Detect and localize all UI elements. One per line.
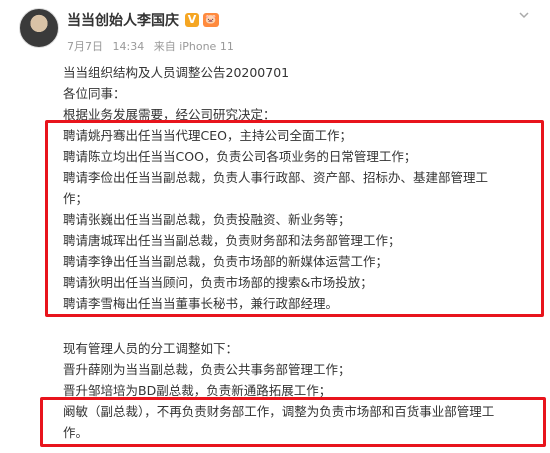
post-author[interactable]: 当当创始人李国庆 V 🐷	[67, 10, 219, 30]
verified-icon: V	[185, 13, 199, 27]
avatar[interactable]	[19, 8, 59, 48]
greeting: 各位同事：	[63, 86, 126, 101]
announcement-title: 当当组织结构及人员调整公告20200701	[63, 65, 290, 80]
post-date[interactable]: 7月7日	[67, 40, 103, 53]
author-name[interactable]: 当当创始人李国庆	[67, 10, 179, 30]
adjustment-item: 晋升薛刚为当当副总裁，负责公共事务部管理工作；	[63, 362, 351, 377]
post-time[interactable]: 14:34	[113, 40, 145, 53]
highlight-box-adjustment	[40, 397, 546, 447]
user-level-icon: 🐷	[203, 13, 219, 27]
post-source: 来自 iPhone 11	[153, 40, 234, 53]
chevron-down-icon[interactable]	[517, 8, 531, 22]
highlight-box-appointments	[45, 120, 544, 317]
adjustment-title: 现有管理人员的分工调整如下：	[63, 341, 239, 356]
post-meta: 7月7日 14:34 来自 iPhone 11	[67, 38, 240, 54]
